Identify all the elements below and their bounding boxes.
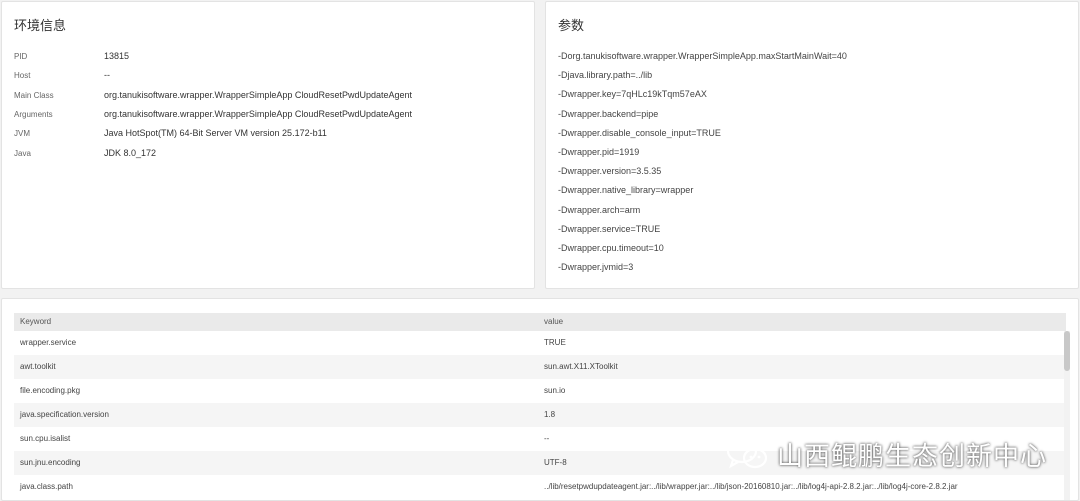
cell-value: UTF-8	[544, 458, 567, 467]
cell-keyword: wrapper.service	[20, 338, 77, 347]
env-key: PID	[14, 52, 28, 61]
cell-keyword: java.specification.version	[20, 410, 109, 419]
param-line: -Dwrapper.jvmid=3	[558, 262, 634, 273]
cell-keyword: java.class.path	[20, 482, 73, 491]
param-line: -Dwrapper.pid=1919	[558, 147, 640, 157]
env-value: org.tanukisoftware.wrapper.WrapperSimple…	[104, 108, 413, 119]
cell-value: ../lib/resetpwdupdateagent.jar:../lib/wr…	[544, 482, 958, 491]
table-header: Keyword value	[14, 313, 1066, 331]
header-keyword: Keyword	[20, 317, 52, 326]
table-scrollbar[interactable]	[1064, 331, 1070, 500]
param-line: -Dwrapper.native_library=wrapper	[558, 185, 694, 196]
param-line: -Dorg.tanukisoftware.wrapper.WrapperSimp…	[558, 51, 847, 61]
table-row[interactable]: java.class.path ../lib/resetpwdupdateagen…	[14, 475, 1066, 499]
env-info-title: 环境信息	[14, 18, 67, 33]
env-key: Host	[14, 71, 31, 81]
env-value: Java HotSpot(TM) 64-Bit Server VM versio…	[104, 128, 327, 139]
watermark: 山西鲲鹏生态创新中心	[725, 436, 1047, 472]
param-line: -Dwrapper.cpu.timeout=10	[558, 243, 664, 253]
env-key: JVM	[14, 129, 30, 139]
cell-keyword: sun.jnu.encoding	[20, 458, 81, 467]
param-line: -Dwrapper.arch=arm	[558, 204, 641, 215]
cell-value: sun.io	[544, 386, 566, 395]
param-line: -Dwrapper.disable_console_input=TRUE	[558, 127, 721, 138]
param-line: -Dwrapper.version=3.5.35	[558, 166, 662, 177]
cell-keyword: file.encoding.pkg	[20, 386, 81, 395]
params-title: 参数	[558, 18, 585, 33]
cell-keyword: awt.toolkit	[20, 362, 56, 371]
env-value: JDK 8.0_172	[104, 147, 157, 158]
env-value: 13815	[104, 51, 130, 61]
env-key: Java	[14, 148, 31, 158]
params-panel: 参数 -Dorg.tanukisoftware.wrapper.WrapperS…	[545, 1, 1079, 289]
param-line: -Dwrapper.service=TRUE	[558, 223, 661, 234]
table-row[interactable]: java.specification.version 1.8	[14, 403, 1066, 427]
env-key: Arguments	[14, 109, 53, 119]
param-line: -Djava.library.path=../lib	[558, 70, 653, 81]
table-row[interactable]: wrapper.service TRUE	[14, 331, 1066, 355]
param-line: -Dwrapper.key=7qHLc19kTqm57eAX	[558, 89, 707, 100]
watermark-text: 山西鲲鹏生态创新中心	[777, 440, 1048, 471]
cell-value: 1.8	[544, 410, 556, 419]
wechat-icon	[726, 438, 768, 469]
env-value: --	[104, 70, 110, 81]
env-key: Main Class	[14, 90, 54, 100]
cell-value: --	[544, 434, 550, 443]
cell-keyword: sun.cpu.isalist	[20, 434, 71, 443]
env-value: org.tanukisoftware.wrapper.WrapperSimple…	[104, 89, 413, 100]
table-body[interactable]: wrapper.service TRUE awt.toolkit sun.awt.X1…	[14, 331, 1066, 499]
table-row[interactable]: awt.toolkit sun.awt.X11.XToolkit	[14, 355, 1066, 379]
cell-value: TRUE	[544, 338, 566, 347]
param-line: -Dwrapper.backend=pipe	[558, 108, 659, 119]
table-row[interactable]: file.encoding.pkg sun.io	[14, 379, 1066, 403]
env-info-panel: 环境信息 PID 13815 Host -- Main Class org.tanukis…	[1, 1, 535, 289]
scrollbar-thumb[interactable]	[1064, 331, 1070, 371]
cell-value: sun.awt.X11.XToolkit	[544, 362, 618, 371]
header-value: value	[544, 317, 564, 326]
